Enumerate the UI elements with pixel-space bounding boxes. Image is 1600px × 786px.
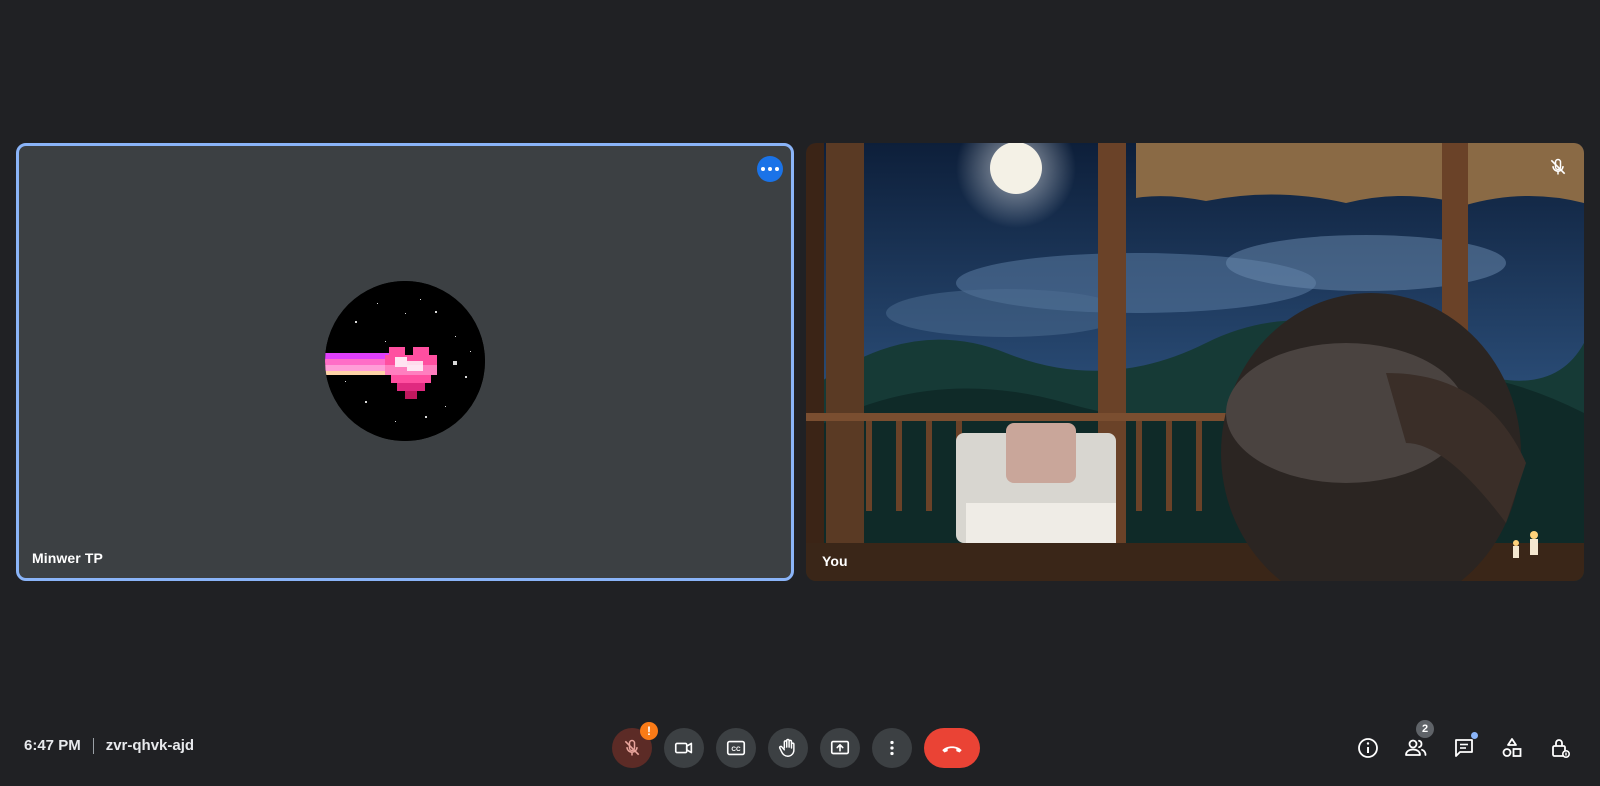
meeting-info: 6:47 PM zvr-qhvk-ajd xyxy=(24,737,194,754)
present-screen-button[interactable] xyxy=(820,728,860,768)
chat-button[interactable] xyxy=(1444,728,1484,768)
people-button[interactable]: 2 xyxy=(1396,720,1436,768)
participant-name: Minwer TP xyxy=(32,550,103,566)
center-controls: ! CC xyxy=(612,722,980,768)
info-icon xyxy=(1358,738,1378,758)
more-options-icon xyxy=(890,740,894,756)
raise-hand-icon xyxy=(779,738,795,757)
muted-mic-icon xyxy=(1548,157,1568,177)
meeting-code[interactable]: zvr-qhvk-ajd xyxy=(106,737,194,754)
more-options-button[interactable] xyxy=(872,728,912,768)
activities-button[interactable] xyxy=(1492,728,1532,768)
tile-more-options-button[interactable] xyxy=(757,156,783,182)
raise-hand-button[interactable] xyxy=(768,728,808,768)
meet-stage: Minwer TP You 6:47 PM zvr-qhvk-ajd ! CC … xyxy=(0,0,1600,786)
participant-tile-minwer[interactable]: Minwer TP xyxy=(16,143,794,581)
meeting-time: 6:47 PM xyxy=(24,737,81,754)
self-video-feed xyxy=(806,143,1584,581)
divider xyxy=(92,737,94,754)
participant-name: You xyxy=(822,553,848,569)
svg-text:CC: CC xyxy=(731,746,741,753)
participant-tile-self[interactable]: You xyxy=(806,143,1584,581)
present-icon xyxy=(830,740,850,755)
mic-warning-badge: ! xyxy=(640,722,658,740)
host-controls-icon xyxy=(1552,739,1571,759)
activities-icon xyxy=(1502,738,1522,757)
captions-icon: CC xyxy=(726,740,746,756)
end-call-icon xyxy=(942,746,962,753)
end-call-button[interactable] xyxy=(924,728,980,768)
side-panel-controls: 2 xyxy=(1348,720,1580,768)
chat-unread-dot xyxy=(1471,732,1478,739)
camera-button[interactable] xyxy=(664,728,704,768)
people-icon xyxy=(1405,739,1427,756)
captions-button[interactable]: CC xyxy=(716,728,756,768)
camera-icon xyxy=(674,742,693,754)
host-controls-button[interactable] xyxy=(1540,728,1580,768)
meeting-details-button[interactable] xyxy=(1348,728,1388,768)
people-count-badge: 2 xyxy=(1416,720,1434,738)
pixel-heart-avatar-image xyxy=(325,281,485,441)
mic-off-icon xyxy=(624,739,640,756)
call-controls-bar: 6:47 PM zvr-qhvk-ajd ! CC 2 xyxy=(0,720,1600,776)
microphone-button[interactable]: ! xyxy=(612,722,658,768)
chat-icon xyxy=(1455,739,1473,757)
participant-avatar xyxy=(325,281,485,441)
